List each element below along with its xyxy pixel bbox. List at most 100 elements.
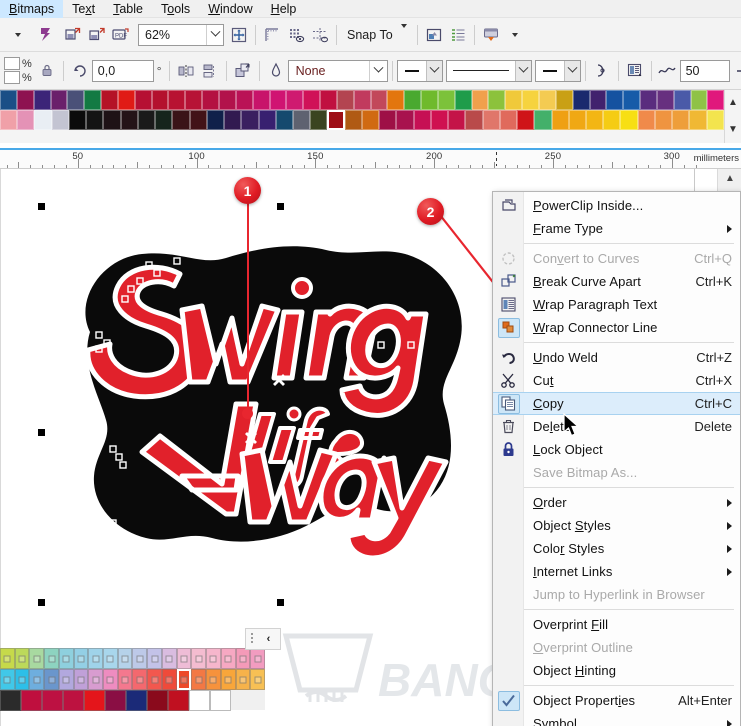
palette-swatch[interactable] [689,110,707,130]
floating-palette-swatch[interactable] [220,648,236,669]
palette-swatch[interactable] [568,110,586,130]
floating-palette-swatch[interactable] [63,690,84,711]
context-menu-item-frame-type[interactable]: Frame Type [493,217,740,240]
palette-swatch[interactable] [235,90,253,110]
show-guides-icon[interactable] [308,23,332,47]
palette-swatch[interactable] [327,110,345,130]
palette-swatch[interactable] [413,110,431,130]
palette-swatch[interactable] [320,90,337,110]
floating-palette-swatch[interactable] [191,648,207,669]
floating-palette-swatch[interactable] [235,669,251,690]
floating-palette-swatch[interactable] [147,648,162,669]
context-menu-item-cut[interactable]: Cut Ctrl+X [493,369,740,392]
text-wrap-icon[interactable] [623,59,647,83]
floating-palette-swatch[interactable] [220,669,236,690]
palette-swatch[interactable] [269,90,287,110]
object-manager-icon[interactable] [446,23,470,47]
import-button-icon[interactable] [60,23,84,47]
palette-swatch[interactable] [637,110,655,130]
palette-swatch[interactable] [353,90,371,110]
selection-handle-top-left[interactable] [38,203,45,210]
line-style-chevron-down-icon[interactable] [514,60,531,81]
context-menu-item-symbol[interactable]: Symbol [493,712,740,726]
floating-palette-swatch[interactable] [132,648,148,669]
palette-swatch[interactable] [134,90,152,110]
floating-palette-swatch[interactable] [189,690,210,711]
context-menu-item-undo-weld[interactable]: Undo Weld Ctrl+Z [493,346,740,369]
palette-swatch[interactable] [673,90,691,110]
floating-palette-swatch[interactable] [84,690,105,711]
floating-palette-swatch[interactable] [117,669,133,690]
context-menu-item-wrap-paragraph-text[interactable]: Wrap Paragraph Text [493,293,740,316]
palette-swatch[interactable] [488,90,506,110]
floating-palette-swatch[interactable] [42,690,63,711]
floating-palette-swatch[interactable] [21,690,42,711]
palette-swatch[interactable] [120,110,138,130]
palette-swatch[interactable] [370,90,388,110]
palette-swatch[interactable] [286,90,304,110]
context-menu-item-lock-object[interactable]: Lock Object [493,438,740,461]
context-menu-item-object-styles[interactable]: Object Styles [493,514,740,537]
palette-swatch[interactable] [344,110,362,130]
scroll-up-arrow-icon[interactable]: ▲ [718,169,741,187]
palette-swatch[interactable] [517,110,535,130]
context-menu-item-overprint-fill[interactable]: Overprint Fill [493,613,740,636]
floating-palette-swatch[interactable] [14,669,30,690]
scale-y-field[interactable] [4,71,20,84]
floating-palette-swatch[interactable] [250,669,265,690]
snap-to-chevron-down-icon[interactable] [400,23,407,42]
palette-swatch[interactable] [33,90,51,110]
palette-swatch[interactable] [275,110,293,130]
menu-item-text[interactable]: Text [63,0,104,18]
floating-palette-swatch[interactable] [73,669,89,690]
palette-swatch[interactable] [572,90,590,110]
show-rulers-icon[interactable] [260,23,284,47]
mirror-vertical-icon[interactable] [198,59,222,83]
palette-swatch[interactable] [471,90,489,110]
palette-swatch[interactable] [379,110,397,130]
palette-row-2[interactable] [0,110,724,130]
publish-pdf-icon[interactable]: PDF [108,23,132,47]
palette-swatch[interactable] [117,90,135,110]
floating-palette-swatch[interactable] [210,690,231,711]
palette-swatch[interactable] [172,110,190,130]
context-menu-item-order[interactable]: Order [493,491,740,514]
floating-palette-swatch[interactable] [206,648,221,669]
menu-item-tools[interactable]: Tools [152,0,199,18]
floating-palette-swatch[interactable] [126,690,147,711]
floating-palette-swatch[interactable] [58,648,74,669]
palette-swatch[interactable] [241,110,259,130]
floating-palette-swatch[interactable] [0,690,21,711]
context-menu-item-object-properties[interactable]: Object Properties Alt+Enter [493,689,740,712]
palette-swatch[interactable] [202,90,219,110]
palette-swatch[interactable] [539,90,556,110]
floating-palette-row-1[interactable] [0,648,265,669]
palette-swatch[interactable] [396,110,414,130]
palette-swatch[interactable] [0,110,18,130]
palette-swatch[interactable] [654,110,673,130]
palette-swatch[interactable] [387,90,405,110]
floating-palette-swatch[interactable] [161,648,177,669]
floating-palette-swatch[interactable] [14,648,30,669]
context-menu-item-break-curve-apart[interactable]: Break Curve Apart Ctrl+K [493,270,740,293]
floating-palette-swatch[interactable] [176,669,192,690]
line-style-combo[interactable] [445,59,532,82]
palette-swatch[interactable] [303,90,321,110]
palette-swatch[interactable] [623,90,641,110]
palette-swatch[interactable] [551,110,569,130]
palette-swatch[interactable] [555,90,573,110]
palette-swatch[interactable] [151,90,169,110]
floating-palette-swatch[interactable] [29,648,45,669]
floating-palette-swatch[interactable] [44,669,59,690]
menu-item-table[interactable]: Table [104,0,152,18]
floating-palette-swatch[interactable] [103,648,118,669]
floating-palette-row-3[interactable] [0,690,265,711]
palette-swatch[interactable] [706,110,724,130]
floating-palette-row-2[interactable] [0,669,265,690]
align-and-distribute-icon[interactable] [231,59,255,83]
application-launcher-chevron-down-icon[interactable] [503,23,527,47]
palette-swatch[interactable] [206,110,225,130]
palette-scrollbar[interactable]: ▲ ▼ [724,90,741,143]
outline-width-chevron-down-icon[interactable] [368,60,387,81]
arrow-start-chevron-down-icon[interactable] [425,60,442,81]
